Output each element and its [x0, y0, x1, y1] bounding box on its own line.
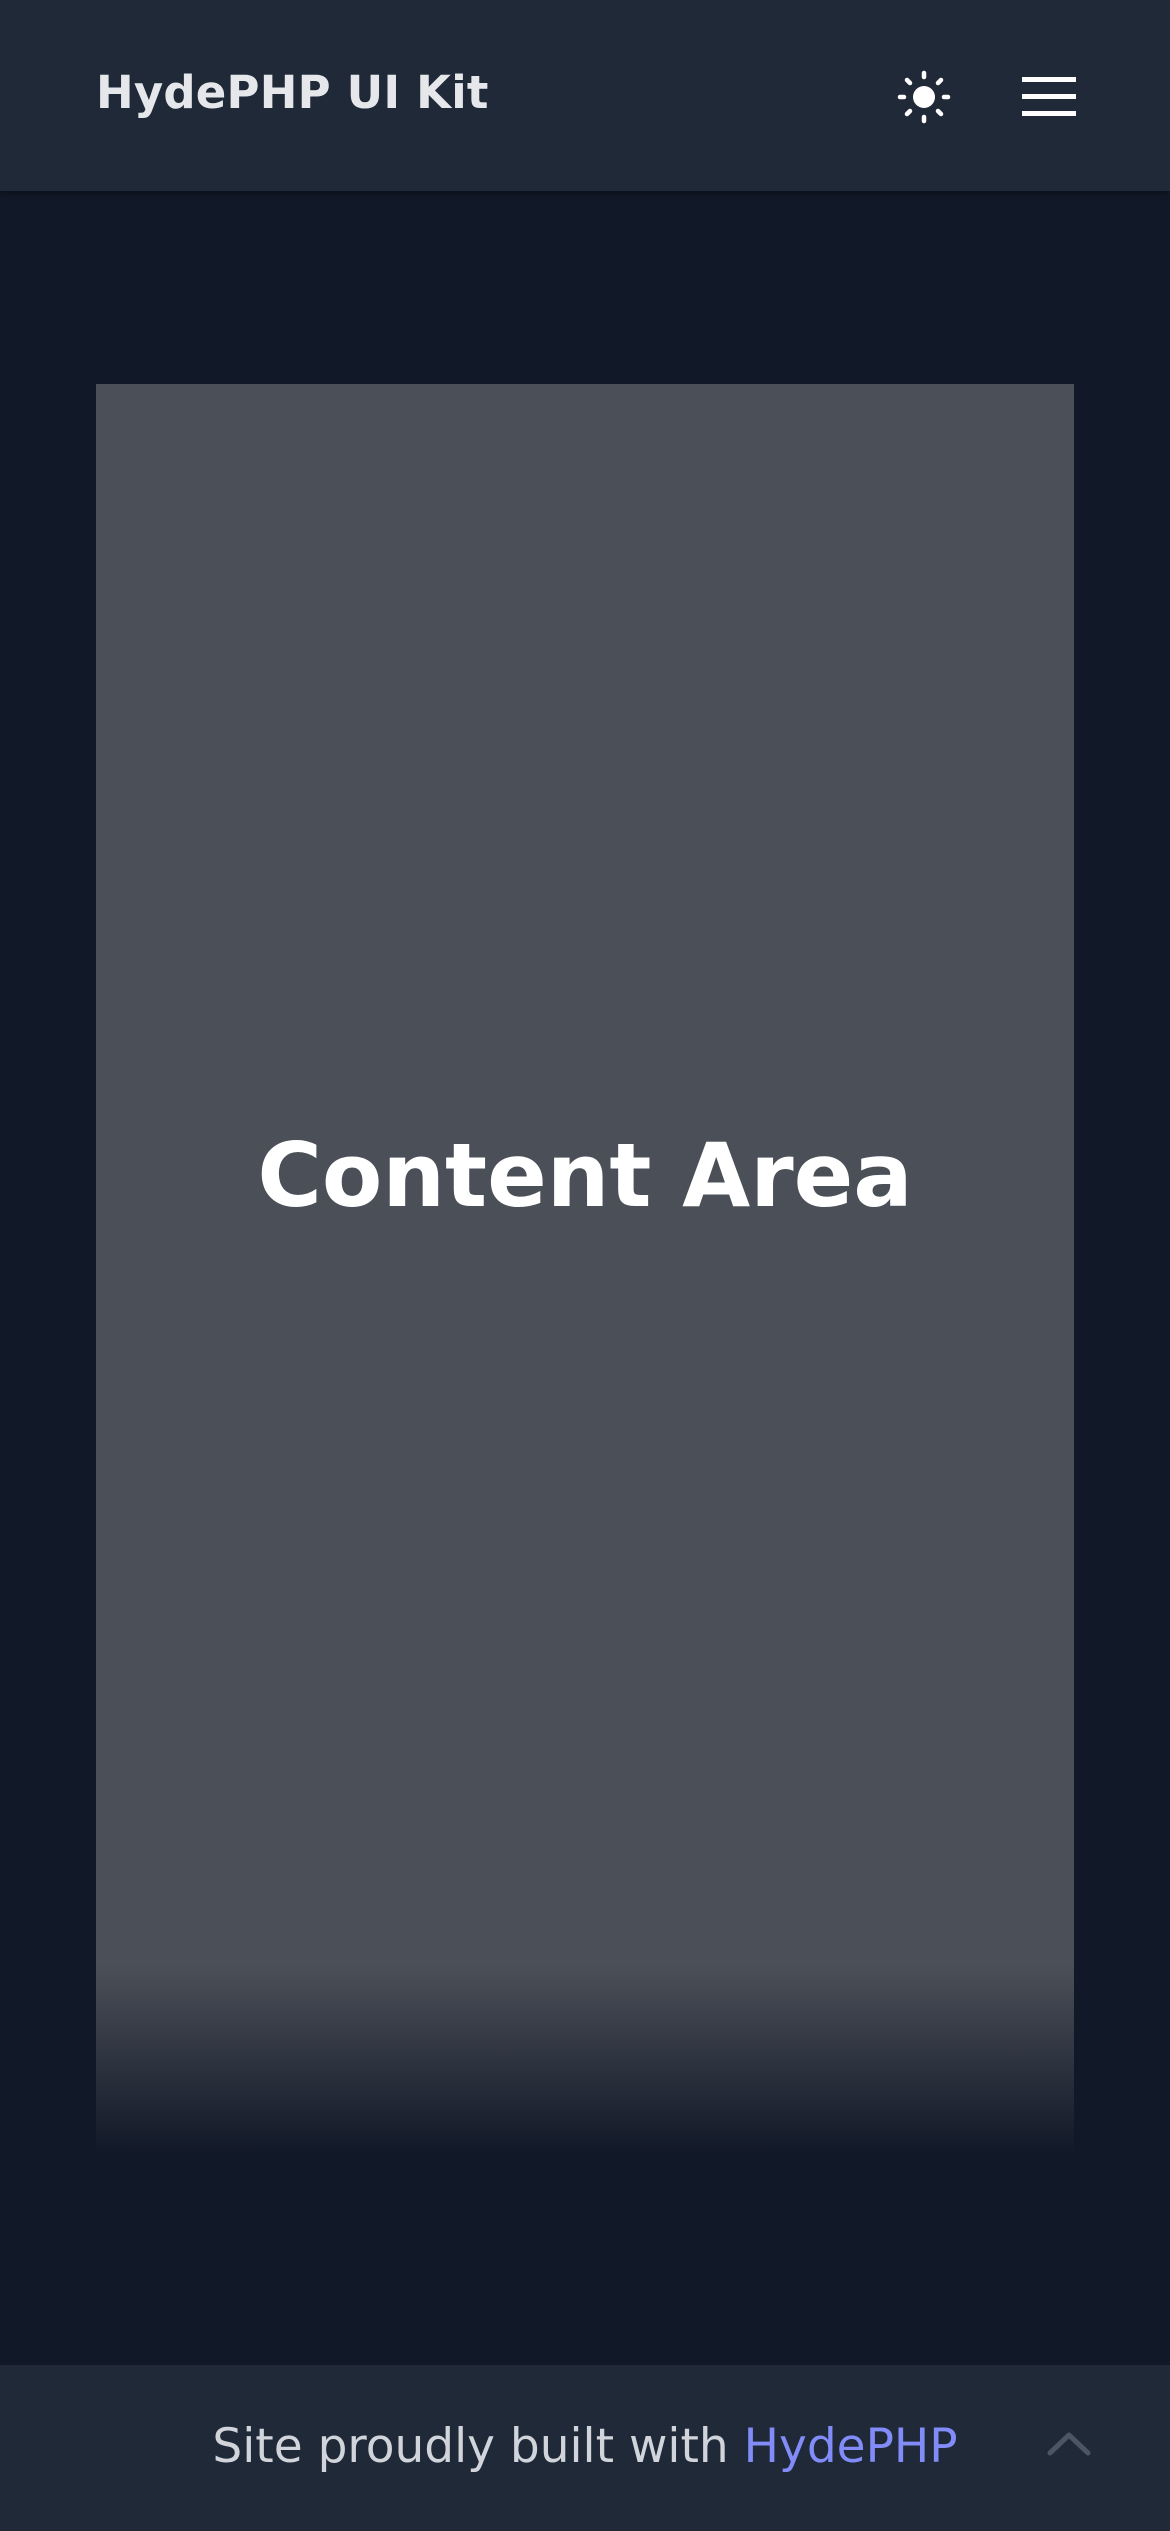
- footer-credit-text: Site proudly built with: [212, 2419, 744, 2474]
- content-area: Content Area: [96, 384, 1074, 2154]
- sun-icon: [897, 70, 951, 124]
- footer-credit: Site proudly built with HydePHP: [0, 2419, 1170, 2474]
- site-header: HydePHP UI Kit: [0, 0, 1170, 191]
- content-fade-overlay: [96, 1964, 1074, 2154]
- hamburger-menu-icon: [1022, 77, 1076, 116]
- chevron-up-icon: [1047, 2432, 1091, 2456]
- theme-toggle-button[interactable]: [894, 70, 954, 124]
- site-brand[interactable]: HydePHP UI Kit: [96, 66, 489, 119]
- back-to-top-button[interactable]: [1044, 2423, 1094, 2463]
- menu-button[interactable]: [1020, 74, 1080, 120]
- content-title: Content Area: [257, 1124, 913, 1227]
- site-footer: Site proudly built with HydePHP: [0, 2365, 1170, 2531]
- hydephp-link[interactable]: HydePHP: [744, 2419, 958, 2474]
